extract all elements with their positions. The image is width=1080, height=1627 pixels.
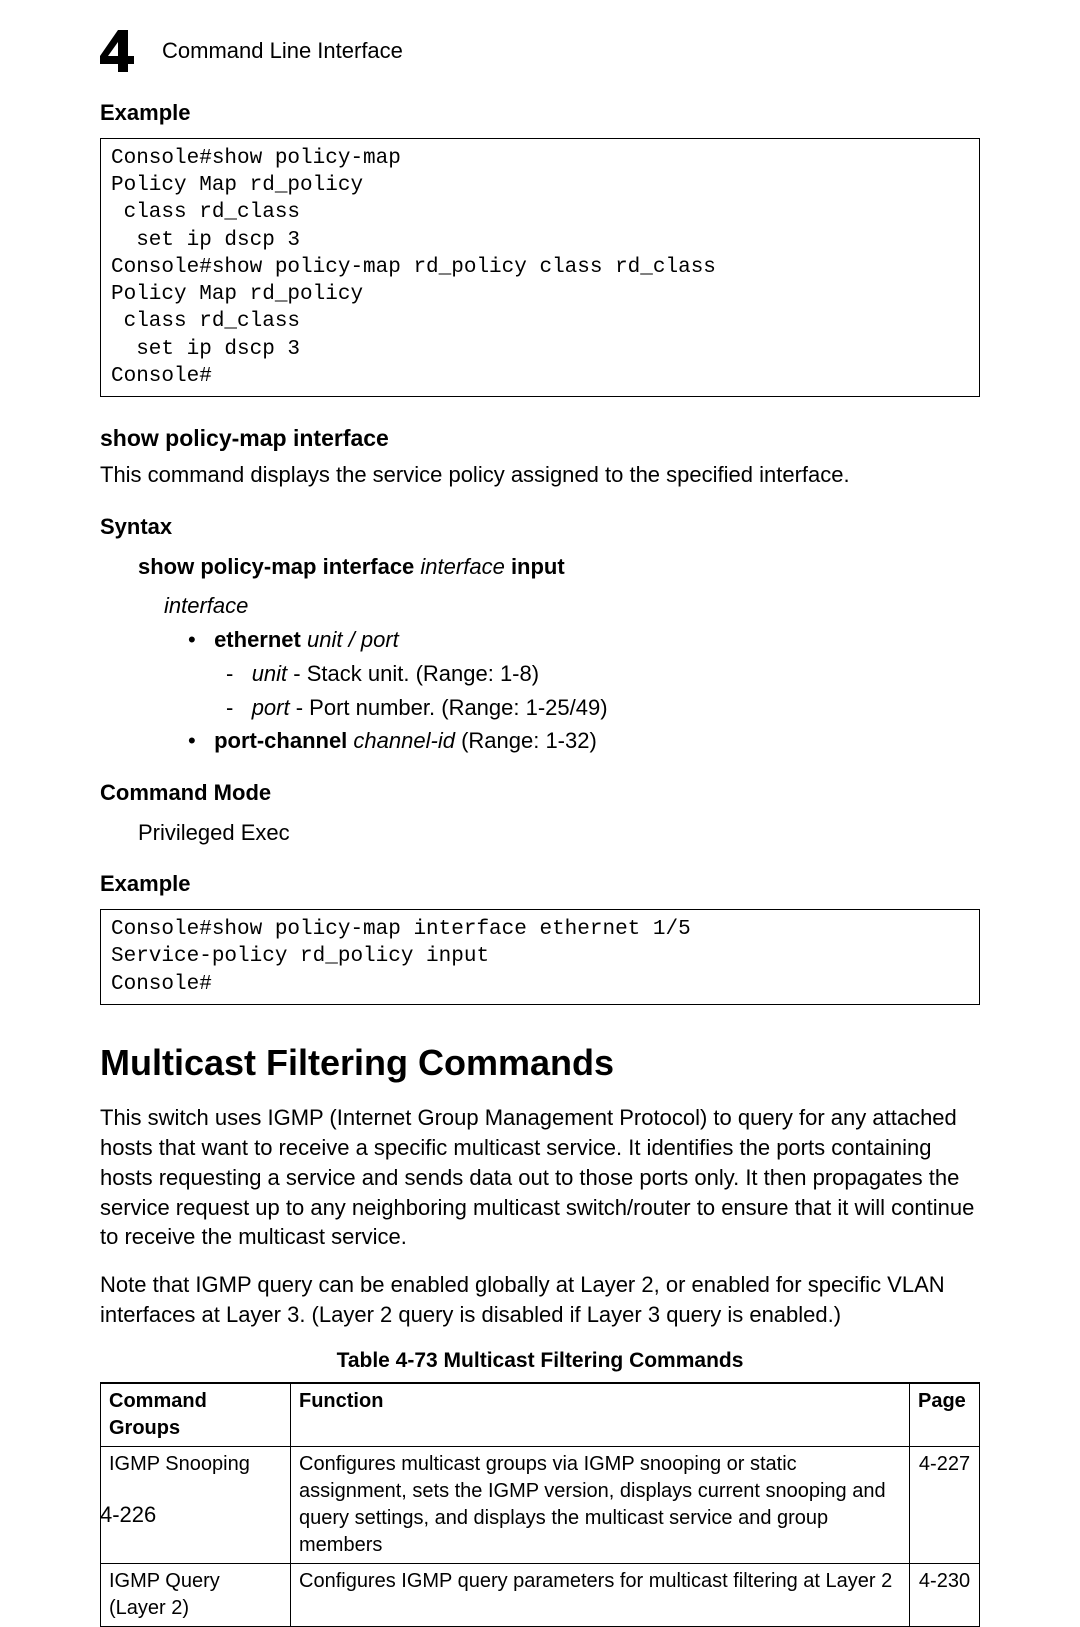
port-text: - Port number. (Range: 1-25/49) bbox=[296, 695, 608, 720]
chapter-number-icon bbox=[100, 30, 148, 72]
multicast-commands-table: Command Groups Function Page IGMP Snoopi… bbox=[100, 1382, 980, 1627]
interface-label: interface bbox=[164, 591, 980, 621]
example-heading-2: Example bbox=[100, 869, 980, 899]
command-description: This command displays the service policy… bbox=[100, 460, 980, 490]
syntax-param: interface bbox=[420, 554, 504, 579]
multicast-para-2: Note that IGMP query can be enabled glob… bbox=[100, 1270, 980, 1329]
page-header: Command Line Interface bbox=[100, 30, 980, 72]
ethernet-unit: unit bbox=[307, 627, 342, 652]
table-caption: Table 4-73 Multicast Filtering Commands bbox=[100, 1347, 980, 1375]
page-number: 4-226 bbox=[100, 1500, 156, 1530]
table-header-row: Command Groups Function Page bbox=[101, 1383, 980, 1447]
th-page: Page bbox=[910, 1383, 980, 1447]
cell-group: IGMP Query (Layer 2) bbox=[101, 1563, 291, 1626]
header-title: Command Line Interface bbox=[162, 36, 403, 66]
syntax-line: show policy-map interface interface inpu… bbox=[138, 552, 980, 582]
cell-page: 4-230 bbox=[910, 1563, 980, 1626]
unit-ital: unit bbox=[252, 661, 287, 686]
cell-function: Configures IGMP query parameters for mul… bbox=[291, 1563, 910, 1626]
ethernet-keyword: ethernet bbox=[214, 627, 301, 652]
portchannel-text: (Range: 1-32) bbox=[461, 728, 597, 753]
command-title: show policy-map interface bbox=[100, 423, 980, 454]
cell-page: 4-227 bbox=[910, 1446, 980, 1563]
dash: - bbox=[226, 661, 246, 686]
example-code-block-2: Console#show policy-map interface ethern… bbox=[100, 909, 980, 1005]
command-mode-heading: Command Mode bbox=[100, 778, 980, 808]
command-mode-value: Privileged Exec bbox=[138, 818, 980, 848]
ethernet-port: port bbox=[361, 627, 399, 652]
slash: / bbox=[349, 627, 355, 652]
dash-unit: - unit - Stack unit. (Range: 1-8) bbox=[226, 659, 980, 689]
dash: - bbox=[226, 695, 246, 720]
th-command-groups: Command Groups bbox=[101, 1383, 291, 1447]
syntax-heading: Syntax bbox=[100, 512, 980, 542]
bullet-dot: • bbox=[188, 728, 208, 753]
syntax-keyword: input bbox=[511, 554, 565, 579]
table-row: IGMP Query (Layer 2) Configures IGMP que… bbox=[101, 1563, 980, 1626]
cell-function: Configures multicast groups via IGMP sno… bbox=[291, 1446, 910, 1563]
unit-text: - Stack unit. (Range: 1-8) bbox=[293, 661, 539, 686]
example-code-block-1: Console#show policy-map Policy Map rd_po… bbox=[100, 138, 980, 398]
bullet-ethernet: • ethernet unit / port bbox=[188, 625, 980, 655]
multicast-heading: Multicast Filtering Commands bbox=[100, 1039, 980, 1088]
dash-port: - port - Port number. (Range: 1-25/49) bbox=[226, 693, 980, 723]
th-function: Function bbox=[291, 1383, 910, 1447]
bullet-dot: • bbox=[188, 627, 208, 652]
port-ital: port bbox=[252, 695, 290, 720]
portchannel-keyword: port-channel bbox=[214, 728, 347, 753]
syntax-keyword: show policy-map interface bbox=[138, 554, 414, 579]
portchannel-param: channel-id bbox=[353, 728, 455, 753]
bullet-portchannel: • port-channel channel-id (Range: 1-32) bbox=[188, 726, 980, 756]
multicast-para-1: This switch uses IGMP (Internet Group Ma… bbox=[100, 1103, 980, 1251]
example-heading: Example bbox=[100, 98, 980, 128]
table-row: IGMP Snooping Configures multicast group… bbox=[101, 1446, 980, 1563]
